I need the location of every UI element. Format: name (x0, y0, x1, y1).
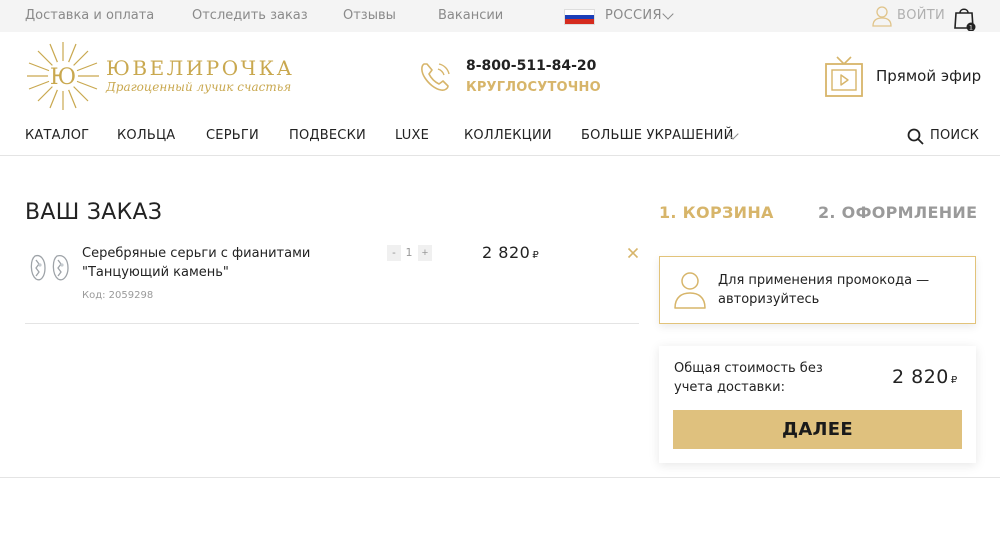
phone-hours: КРУГЛОСУТОЧНО (466, 80, 601, 95)
reviews-link[interactable]: Отзывы (343, 8, 396, 23)
search-icon[interactable] (907, 128, 924, 145)
brand-name: ЮВЕЛИРОЧКА (106, 56, 295, 80)
nav-more-jewelry[interactable]: БОЛЬШЕ УКРАШЕНИЙ (581, 128, 734, 143)
country-selector[interactable]: РОССИЯ (605, 8, 662, 23)
promo-notice[interactable]: Для применения промокода — авторизуйтесь (659, 256, 976, 324)
live-stream-link[interactable]: Прямой эфир (876, 67, 981, 85)
quantity-increase-button[interactable]: + (418, 245, 432, 261)
brand-logo[interactable]: Ю ЮВЕЛИРОЧКА Драгоценный лучик счастья (24, 40, 294, 112)
chevron-down-icon[interactable] (662, 8, 674, 20)
total-label: Общая стоимость без учета доставки: (674, 361, 823, 395)
step-checkout[interactable]: 2. ОФОРМЛЕНИЕ (818, 203, 977, 222)
nav-catalog[interactable]: КАТАЛОГ (25, 128, 89, 143)
user-icon (674, 272, 706, 309)
login-link[interactable]: ВОЙТИ (897, 8, 945, 23)
quantity-decrease-button[interactable]: - (387, 245, 401, 261)
nav-earrings[interactable]: СЕРЬГИ (206, 128, 259, 143)
brand-tagline: Драгоценный лучик счастья (106, 80, 292, 94)
vacancies-link[interactable]: Вакансии (438, 8, 503, 23)
nav-rings[interactable]: КОЛЬЦА (117, 128, 175, 143)
quantity-value: 1 (405, 246, 413, 259)
sun-logo-icon: Ю (27, 42, 99, 110)
top-bar: Доставка и оплата Отследить заказ Отзывы… (0, 0, 1000, 32)
nav-luxe[interactable]: LUXE (395, 128, 429, 143)
remove-item-icon[interactable] (627, 247, 639, 259)
product-price-value: 2 820 (482, 243, 531, 262)
phone-number[interactable]: 8-800-511-84-20 (466, 58, 596, 74)
ruble-sign: ₽ (532, 250, 540, 261)
total-price: 2 820 ₽ (892, 366, 958, 388)
track-order-link[interactable]: Отследить заказ (192, 8, 308, 23)
shopping-bag-icon[interactable]: 1 (953, 5, 977, 31)
tv-icon[interactable] (824, 55, 864, 99)
divider (25, 323, 639, 324)
russia-flag-icon[interactable] (564, 9, 595, 25)
cart-count: 1 (969, 24, 973, 31)
ruble-sign: ₽ (950, 375, 958, 386)
product-code: Код: 2059298 (82, 290, 154, 301)
promo-text: Для применения промокода — авторизуйтесь (718, 273, 930, 307)
phone-icon (421, 63, 450, 91)
delivery-link[interactable]: Доставка и оплата (25, 8, 154, 23)
step-cart[interactable]: 1. КОРЗИНА (659, 203, 774, 222)
search-button[interactable]: ПОИСК (930, 128, 979, 143)
main-nav: КАТАЛОГ КОЛЬЦА СЕРЬГИ ПОДВЕСКИ LUXE КОЛЛ… (0, 116, 1000, 156)
page-title: ВАШ ЗАКАЗ (25, 200, 163, 225)
divider (0, 477, 1000, 478)
logo-initial: Ю (50, 65, 76, 90)
product-price: 2 820 ₽ (482, 243, 539, 262)
nav-collections[interactable]: КОЛЛЕКЦИИ (464, 128, 552, 143)
product-name[interactable]: Серебряные серьги с фианитами "Танцующий… (82, 244, 382, 282)
product-image[interactable] (27, 250, 73, 284)
nav-pendants[interactable]: ПОДВЕСКИ (289, 128, 366, 143)
total-price-value: 2 820 (892, 366, 949, 388)
next-button[interactable]: ДАЛЕЕ (673, 410, 962, 449)
user-icon[interactable] (872, 6, 892, 27)
order-summary: Общая стоимость без учета доставки: 2 82… (659, 346, 976, 463)
